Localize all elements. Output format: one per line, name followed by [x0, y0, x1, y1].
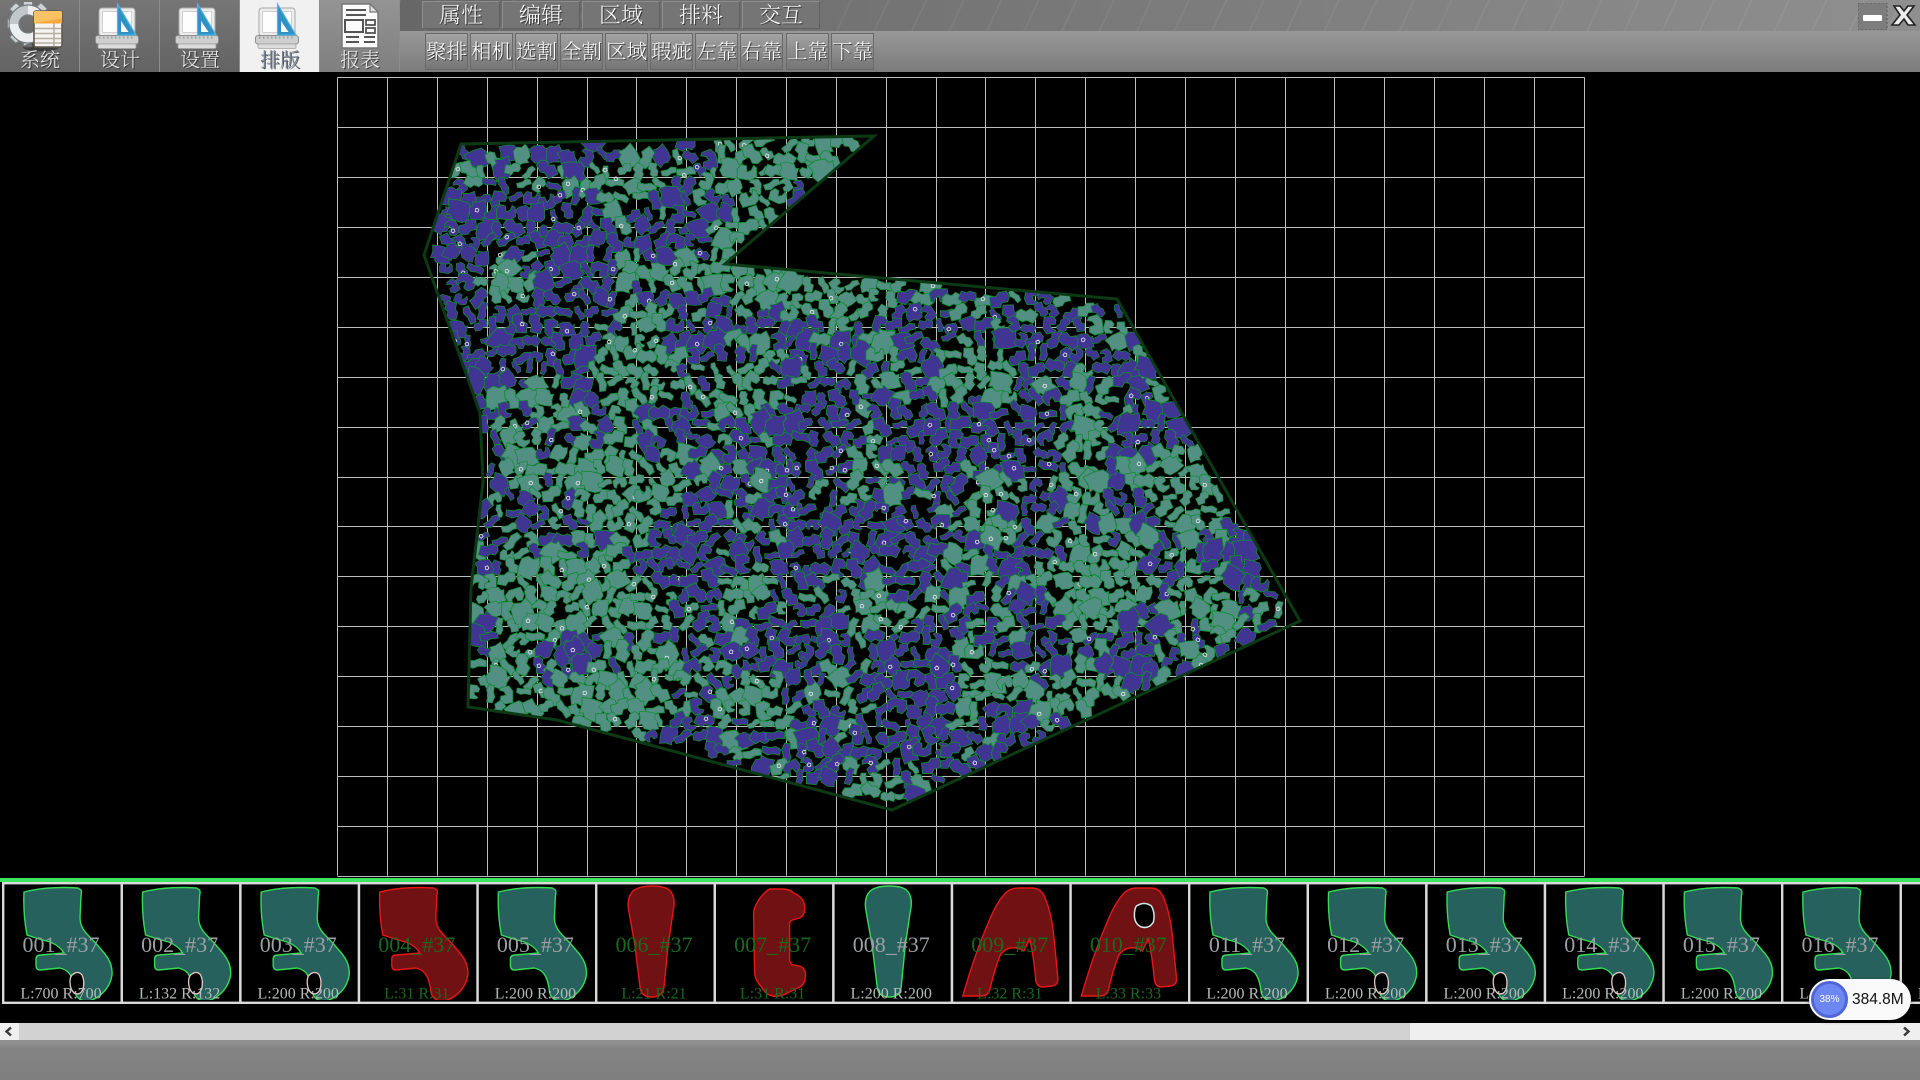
svg-text:L:31 R:31: L:31 R:31: [740, 986, 805, 1003]
svg-text:L:200 R:200: L:200 R:200: [1562, 986, 1643, 1003]
svg-text:L:33 R:33: L:33 R:33: [1096, 986, 1161, 1003]
svg-text:004_#37: 004_#37: [378, 932, 455, 957]
svg-text:013_#37: 013_#37: [1446, 932, 1523, 957]
svg-text:016_#37: 016_#37: [1802, 932, 1879, 957]
svg-text:007_#37: 007_#37: [734, 932, 811, 957]
svg-text:009_#37: 009_#37: [971, 932, 1048, 957]
svg-text:L:200 R:200: L:200 R:200: [495, 986, 576, 1003]
svg-text:L:21 R:21: L:21 R:21: [621, 986, 686, 1003]
svg-text:L:700 R:700: L:700 R:700: [20, 986, 101, 1003]
svg-text:L:132 R:132: L:132 R:132: [139, 986, 220, 1003]
svg-text:011_#37: 011_#37: [1209, 932, 1285, 957]
svg-text:010_#37: 010_#37: [1090, 932, 1167, 957]
svg-text:L:200 R:200: L:200 R:200: [1681, 986, 1762, 1003]
svg-text:014_#37: 014_#37: [1564, 932, 1641, 957]
svg-text:L:200 R:200: L:200 R:200: [1325, 986, 1406, 1003]
svg-text:L:200 R:200: L:200 R:200: [851, 986, 932, 1003]
svg-text:L:32 R:31: L:32 R:31: [977, 986, 1042, 1003]
svg-text:L:200 R:200: L:200 R:200: [1444, 986, 1525, 1003]
svg-text:006_#37: 006_#37: [616, 932, 693, 957]
svg-text:003_#37: 003_#37: [260, 932, 337, 957]
svg-text:015_#37: 015_#37: [1683, 932, 1760, 957]
svg-text:001_#37: 001_#37: [23, 932, 100, 957]
svg-text:L:200 R:200: L:200 R:200: [258, 986, 339, 1003]
svg-text:008_#37: 008_#37: [853, 932, 930, 957]
svg-text:005_#37: 005_#37: [497, 932, 574, 957]
svg-text:L:31 R:31: L:31 R:31: [384, 986, 449, 1003]
svg-text:012_#37: 012_#37: [1327, 932, 1404, 957]
svg-text:002_#37: 002_#37: [141, 932, 218, 957]
svg-text:L:200 R:200: L:200 R:200: [1206, 986, 1287, 1003]
